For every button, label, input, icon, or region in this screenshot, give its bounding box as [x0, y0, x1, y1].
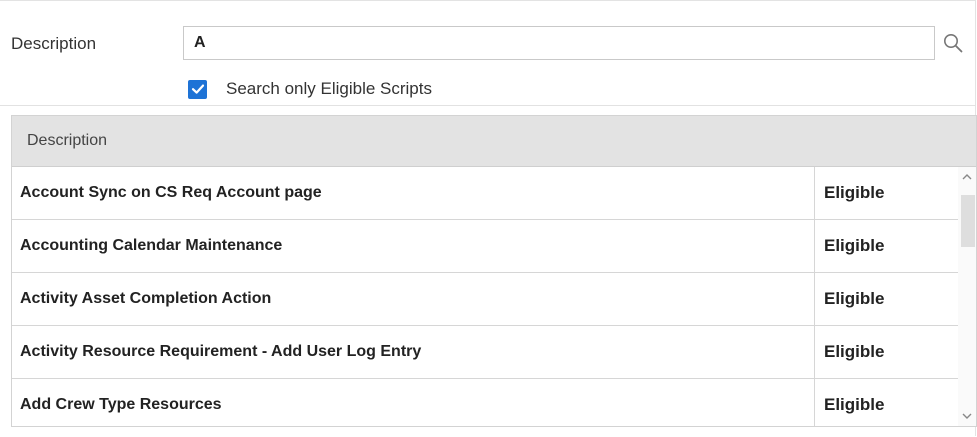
row-status: Eligible — [824, 183, 885, 202]
results-grid: Description Account Sync on CS Req Accou… — [11, 115, 977, 427]
table-row[interactable]: Add Crew Type Resources Eligible — [12, 379, 976, 426]
search-panel: Description Search only Eligible Scripts… — [0, 0, 977, 436]
row-description-cell: Activity Resource Requirement - Add User… — [12, 326, 815, 378]
search-field-wrapper — [183, 26, 935, 60]
scroll-up-button[interactable] — [958, 169, 976, 185]
row-description: Activity Asset Completion Action — [20, 290, 272, 307]
section-divider — [0, 105, 976, 106]
search-button[interactable] — [940, 30, 966, 56]
column-header-description[interactable]: Description — [12, 116, 976, 167]
scroll-down-button[interactable] — [958, 408, 976, 424]
eligible-only-option[interactable]: Search only Eligible Scripts — [188, 79, 432, 99]
row-description: Accounting Calendar Maintenance — [20, 237, 283, 254]
table-row[interactable]: Account Sync on CS Req Account page Elig… — [12, 167, 976, 220]
chevron-down-icon — [962, 413, 972, 419]
row-status: Eligible — [824, 289, 885, 308]
row-description: Account Sync on CS Req Account page — [20, 184, 322, 201]
checkmark-icon — [191, 84, 204, 94]
chevron-up-icon — [962, 174, 972, 180]
scrollbar-thumb[interactable] — [961, 195, 975, 247]
row-description: Add Crew Type Resources — [20, 396, 222, 413]
table-row[interactable]: Accounting Calendar Maintenance Eligible — [12, 220, 976, 273]
row-description-cell: Accounting Calendar Maintenance — [12, 220, 815, 272]
row-description-cell: Add Crew Type Resources — [12, 379, 815, 426]
table-row[interactable]: Activity Asset Completion Action Eligibl… — [12, 273, 976, 326]
row-status: Eligible — [824, 395, 885, 414]
row-status: Eligible — [824, 236, 885, 255]
table-row[interactable]: Activity Resource Requirement - Add User… — [12, 326, 976, 379]
row-description-cell: Account Sync on CS Req Account page — [12, 167, 815, 219]
vertical-scrollbar[interactable] — [958, 167, 976, 426]
description-search-input[interactable] — [184, 27, 934, 59]
row-status: Eligible — [824, 342, 885, 361]
eligible-only-checkbox[interactable] — [188, 79, 207, 99]
row-description: Activity Resource Requirement - Add User… — [20, 343, 422, 360]
row-description-cell: Activity Asset Completion Action — [12, 273, 815, 325]
description-label: Description — [11, 34, 97, 53]
search-icon — [944, 34, 963, 53]
eligible-only-label: Search only Eligible Scripts — [226, 79, 432, 98]
